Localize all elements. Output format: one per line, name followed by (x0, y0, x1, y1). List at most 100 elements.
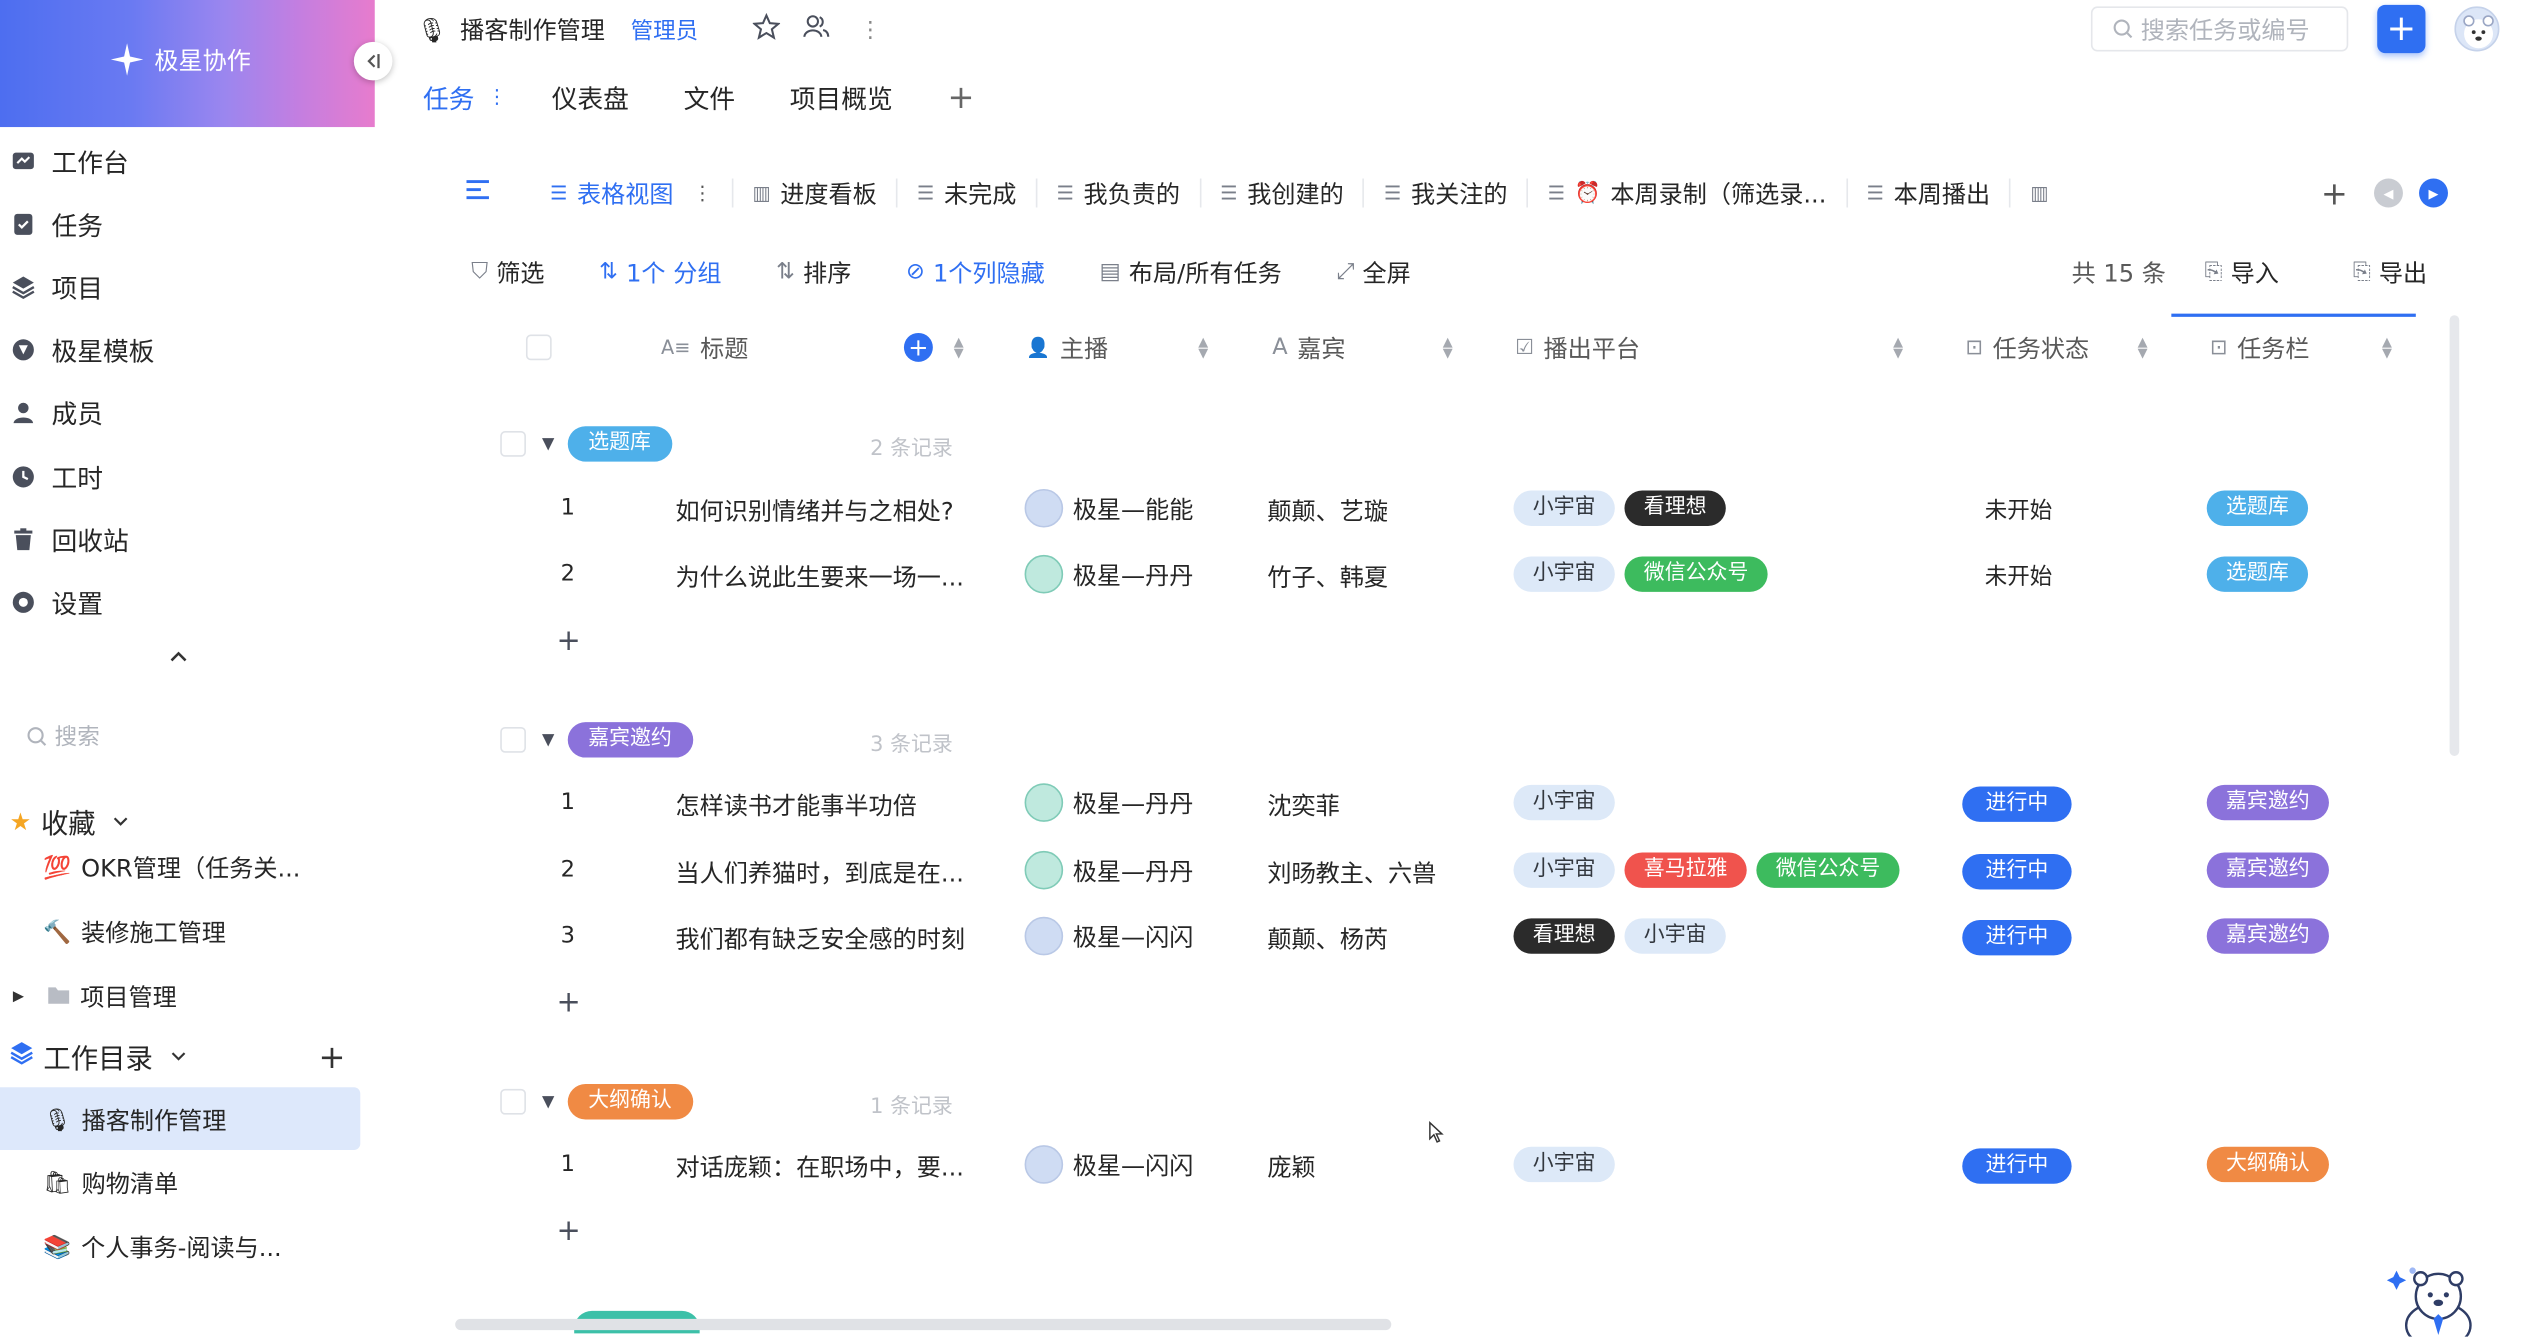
project-title[interactable]: 播客制作管理 (460, 13, 605, 47)
outline-toggle-icon[interactable] (466, 177, 492, 208)
nav-item-settings[interactable]: 设置 (10, 577, 103, 625)
import-button[interactable]: ⎘ 导入 (2205, 255, 2279, 289)
view-tab-mine[interactable]: ☰ 我负责的 (1037, 178, 1201, 208)
scroll-views-right-button[interactable]: ▶ (2419, 178, 2448, 208)
host-cell[interactable]: 极星—丹丹 (1024, 554, 1193, 594)
tab-overview[interactable]: 项目概览 (790, 77, 893, 116)
task-title[interactable]: 当人们养猫时，到底是在... (676, 856, 964, 890)
sort-arrows-icon[interactable]: ▲ ▼ (2138, 335, 2148, 359)
task-title[interactable]: 为什么说此生要来一场一... (676, 560, 964, 594)
group-header[interactable]: ▼ 选题库 (542, 426, 672, 462)
view-more-icon[interactable]: ⋮ (693, 182, 712, 205)
host-cell[interactable]: 极星—能能 (1024, 488, 1193, 528)
favorite-item-project-management[interactable]: ▶ 项目管理 (13, 980, 177, 1014)
nav-item-template[interactable]: 极星模板 (10, 325, 154, 373)
group-checkbox[interactable] (500, 726, 526, 753)
platform-tags[interactable]: 小宇宙 微信公众号 (1513, 556, 1768, 592)
workdir-item-personal[interactable]: 📚 个人事务-阅读与... (43, 1230, 281, 1264)
fullscreen-button[interactable]: ⤢ 全屏 (1336, 255, 1410, 289)
group-header[interactable]: ▼ 嘉宾邀约 (542, 722, 693, 758)
guest-cell[interactable]: 竹子、韩夏 (1267, 560, 1388, 594)
sort-arrows-icon[interactable]: ▲ ▼ (954, 335, 964, 359)
stage-tag[interactable]: 选题库 (2206, 490, 2309, 526)
view-tab-table[interactable]: ☰ 表格视图 ⋮ (531, 178, 734, 208)
view-tab-created[interactable]: ☰ 我创建的 (1201, 178, 1365, 208)
guest-cell[interactable]: 颠颠、杨芮 (1267, 922, 1388, 956)
sidebar-search-input[interactable]: 搜索 (26, 721, 100, 753)
nav-item-worktime[interactable]: 工时 (10, 452, 103, 500)
status-badge[interactable]: 进行中 (1962, 854, 2072, 890)
group-button[interactable]: ⇅ 1个 分组 (599, 255, 721, 289)
export-button[interactable]: ⎘ 导出 (2353, 255, 2427, 289)
nav-item-project[interactable]: 项目 (10, 262, 103, 310)
task-title[interactable]: 如何识别情绪并与之相处? (676, 494, 954, 528)
column-header-host[interactable]: 👤 主播 (1026, 322, 1108, 373)
platform-tags[interactable]: 小宇宙 (1513, 784, 1615, 821)
stage-tag[interactable]: 嘉宾邀约 (2206, 784, 2329, 821)
tab-dashboard[interactable]: 仪表盘 (552, 77, 629, 116)
add-tab-plus-icon[interactable]: + (947, 77, 974, 116)
stage-tag[interactable]: 嘉宾邀约 (2206, 918, 2329, 954)
filter-button[interactable]: ⛉ 筛选 (471, 255, 544, 289)
view-tab-weekly-recording[interactable]: ☰ ⏰ 本周录制（筛选录... (1528, 178, 1848, 208)
favorite-item-decoration[interactable]: 🔨 装修施工管理 (43, 915, 225, 949)
guest-cell[interactable]: 庞颖 (1267, 1150, 1315, 1184)
caret-down-icon[interactable]: ▼ (542, 435, 554, 453)
column-header-status[interactable]: ⊡ 任务状态 (1965, 322, 2089, 373)
sort-arrows-icon[interactable]: ▲ ▼ (1443, 335, 1453, 359)
stage-tag[interactable]: 大纲确认 (2206, 1146, 2329, 1183)
add-row-plus-icon[interactable]: + (557, 1214, 581, 1248)
nav-item-recycle[interactable]: 回收站 (10, 515, 129, 563)
stage-tag[interactable]: 选题库 (2206, 556, 2309, 592)
scroll-views-left-button[interactable]: ◀ (2373, 178, 2403, 208)
caret-down-icon[interactable]: ▼ (542, 731, 554, 749)
tab-more-icon[interactable]: ⋮ (487, 85, 506, 108)
collapse-nav-chevron-up-icon[interactable] (167, 643, 190, 674)
view-tab-overflow[interactable]: ▥ (2011, 179, 2068, 208)
column-header-platform[interactable]: ☑ 播出平台 (1515, 322, 1640, 373)
platform-tags[interactable]: 小宇宙 喜马拉雅 微信公众号 (1513, 852, 1900, 888)
favorites-header[interactable]: ★ 收藏 (10, 801, 131, 841)
view-tab-weekly-airing[interactable]: ☰ 本周播出 (1847, 178, 2012, 208)
sort-arrows-icon[interactable]: ▲ ▼ (1198, 335, 1208, 359)
layout-button[interactable]: ▤ 布局/所有任务 (1099, 255, 1281, 289)
sort-button[interactable]: ⇅ 排序 (776, 255, 851, 289)
workdir-item-shopping[interactable]: 🛍 购物清单 (43, 1166, 178, 1200)
column-header-stage[interactable]: ⊡ 任务栏 (2210, 322, 2310, 373)
task-title[interactable]: 对话庞颖：在职场中，要... (676, 1150, 964, 1184)
status-badge[interactable]: 进行中 (1962, 920, 2072, 956)
nav-item-workbench[interactable]: 工作台 (10, 137, 129, 185)
add-workdir-plus-icon[interactable]: + (318, 1037, 345, 1076)
brand-logo[interactable]: 极星协作 (0, 0, 375, 128)
user-avatar[interactable] (2454, 6, 2500, 52)
more-vertical-icon[interactable]: ⋮ (859, 17, 882, 43)
column-header-guest[interactable]: A 嘉宾 (1272, 322, 1345, 373)
group-checkbox[interactable] (500, 1088, 526, 1115)
group-checkbox[interactable] (500, 431, 526, 457)
task-title[interactable]: 怎样读书才能事半功倍 (676, 788, 917, 822)
hidden-columns-button[interactable]: ⊘ 1个列隐藏 (906, 255, 1045, 289)
members-icon[interactable] (803, 13, 830, 47)
sort-arrows-icon[interactable]: ▲ ▼ (1893, 335, 1903, 359)
add-row-plus-icon[interactable]: + (557, 624, 581, 658)
workdir-header[interactable]: 工作目录 (10, 1036, 189, 1076)
status-badge[interactable]: 进行中 (1962, 1148, 2072, 1184)
task-title[interactable]: 我们都有缺乏安全感的时刻 (676, 922, 966, 956)
status-text[interactable]: 未开始 (1985, 494, 2053, 526)
workdir-item-podcast[interactable]: 🎙 播客制作管理 (43, 1103, 226, 1137)
task-search-input[interactable]: 搜索任务或编号 (2090, 6, 2349, 52)
tab-tasks[interactable]: 任务 ⋮ (423, 77, 507, 116)
guest-cell[interactable]: 刘旸教主、六兽 (1267, 856, 1436, 890)
host-cell[interactable]: 极星—闪闪 (1024, 1145, 1193, 1184)
add-column-button[interactable]: + (903, 332, 933, 362)
column-header-title[interactable]: A≡ 标题 (661, 322, 748, 373)
host-cell[interactable]: 极星—丹丹 (1024, 783, 1193, 822)
host-cell[interactable]: 极星—丹丹 (1024, 850, 1193, 890)
group-header[interactable]: ▼ 大纲确认 (542, 1084, 693, 1120)
nav-item-members[interactable]: 成员 (10, 388, 103, 436)
platform-tags[interactable]: 看理想 小宇宙 (1513, 918, 1726, 954)
guest-cell[interactable]: 颠颠、艺璇 (1267, 494, 1388, 528)
vertical-scrollbar[interactable] (2449, 315, 2460, 756)
host-cell[interactable]: 极星—闪闪 (1024, 916, 1193, 956)
collapse-sidebar-button[interactable] (353, 41, 393, 81)
